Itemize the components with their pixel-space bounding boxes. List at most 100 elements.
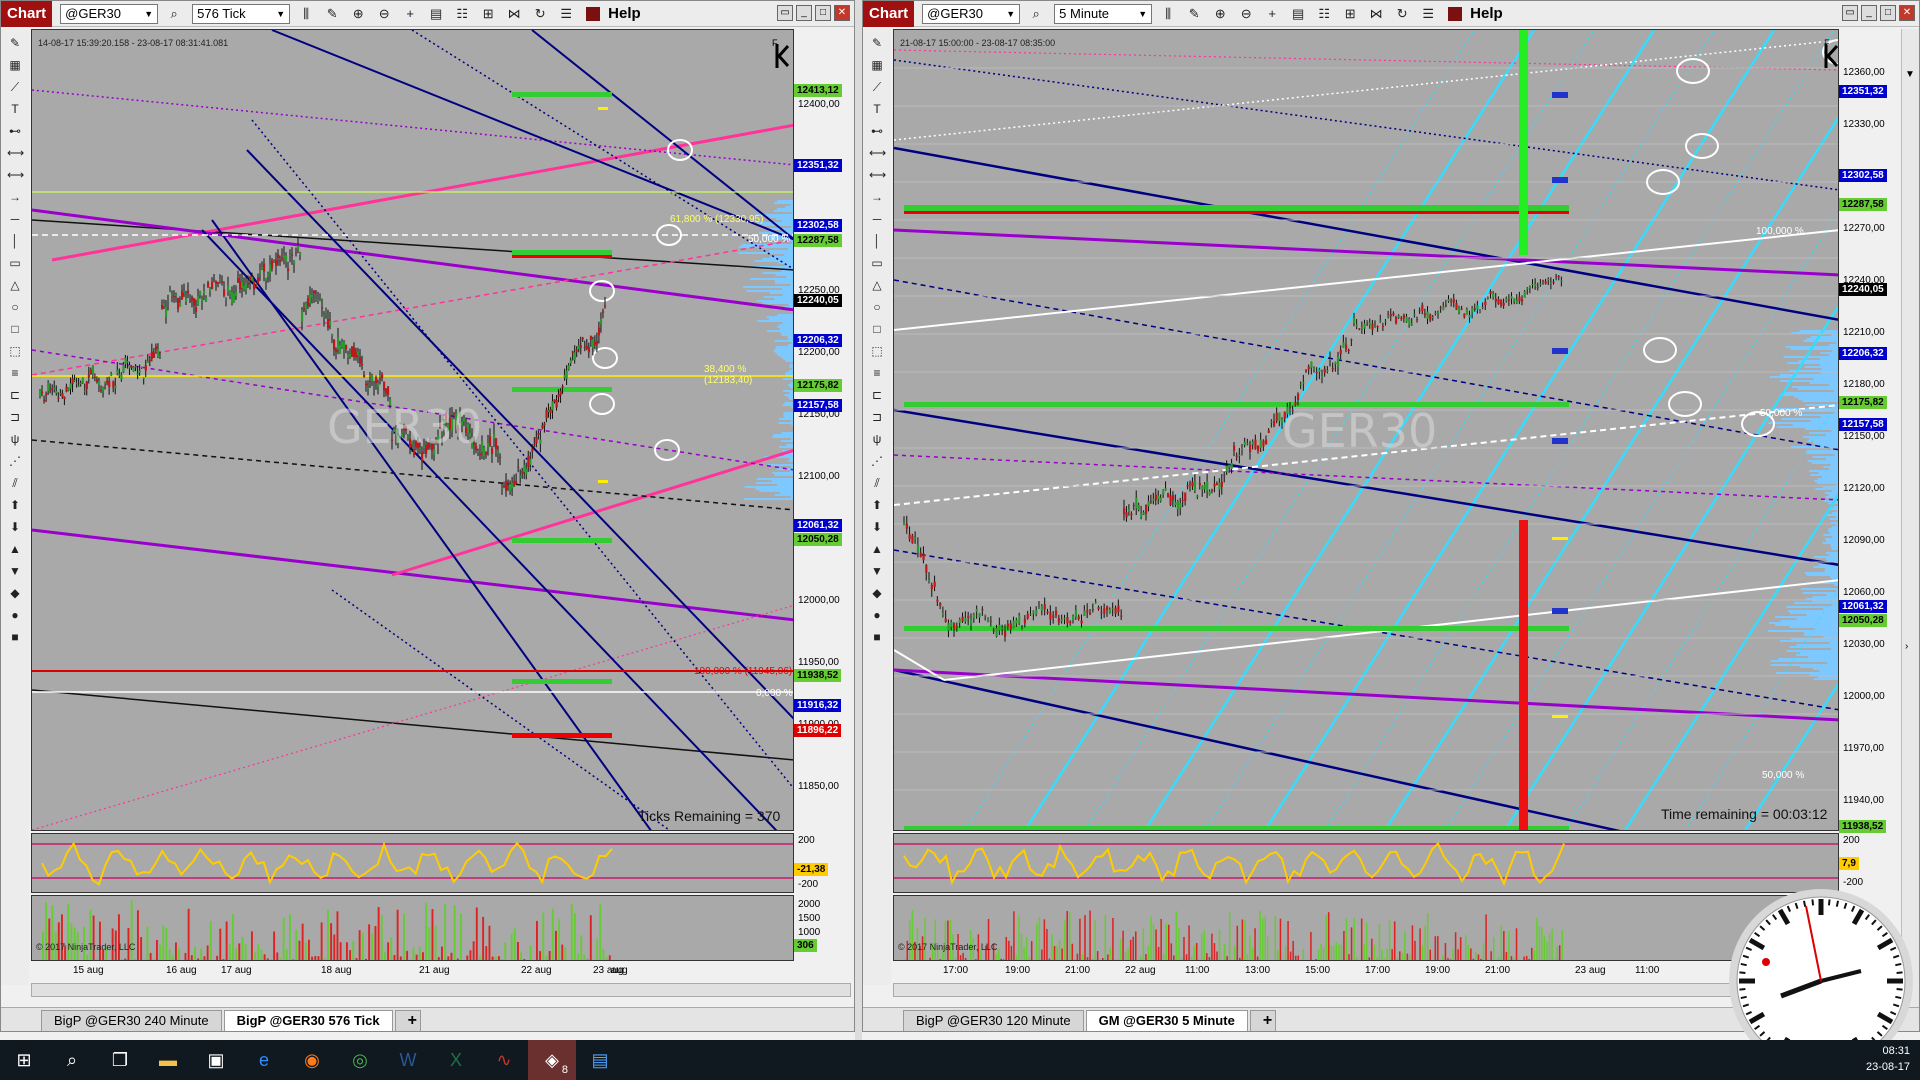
maximize-icon[interactable]: □ (815, 5, 831, 21)
text-tool-icon[interactable]: T (7, 101, 23, 117)
gann-fan-tool-icon[interactable]: ⋰ (869, 453, 885, 469)
text-tool-icon[interactable]: T (869, 101, 885, 117)
restore-icon[interactable]: ▭ (1842, 5, 1858, 21)
line-tool-icon[interactable]: ⟷ (7, 167, 24, 183)
strategies-icon[interactable]: ⋈ (504, 4, 524, 24)
horizontal-line-tool-icon[interactable]: ─ (7, 211, 23, 227)
instrument-select[interactable]: @GER30 ▼ (60, 3, 159, 24)
extended-line-tool-icon[interactable]: ⟷ (869, 145, 886, 161)
square-marker-tool-icon[interactable]: ■ (7, 629, 23, 645)
app-icon[interactable]: ▤ (576, 1040, 624, 1080)
tab-576-tick[interactable]: BigP @GER30 576 Tick (223, 1010, 393, 1031)
gann-fan-tool-icon[interactable]: ⋰ (7, 453, 23, 469)
properties-icon[interactable]: ☷ (452, 4, 472, 24)
fib-extension-tool-icon[interactable]: ⊐ (869, 409, 885, 425)
horizontal-scrollbar[interactable] (31, 983, 851, 997)
vertical-line-tool-icon[interactable]: │ (7, 233, 23, 249)
horizontal-line-tool-icon[interactable]: ─ (869, 211, 885, 227)
arrow-down-tool-icon[interactable]: ⬇ (869, 519, 885, 535)
start-icon[interactable]: ⊞ (0, 1040, 48, 1080)
volume-panel[interactable]: © 2017 NinjaTrader, LLC (893, 895, 1839, 961)
arrow-up-tool-icon[interactable]: ⬆ (869, 497, 885, 513)
right-scroll-strip[interactable]: ▼ › (1901, 29, 1919, 1029)
rectangle-tool-icon[interactable]: ▭ (869, 255, 885, 271)
pencil-tool-icon[interactable]: ✎ (869, 35, 885, 51)
volume-panel[interactable]: © 2017 NinjaTrader, LLC (31, 895, 794, 961)
zoom-in-icon[interactable]: ⊕ (1210, 4, 1230, 24)
instrument-select[interactable]: @GER30 ▼ (922, 3, 1021, 24)
chevron-right-icon[interactable]: › (1905, 641, 1908, 652)
tab-5-minute[interactable]: GM @GER30 5 Minute (1085, 1010, 1248, 1031)
app-icon[interactable]: ∿ (480, 1040, 528, 1080)
arrow-line-tool-icon[interactable]: → (7, 189, 23, 205)
strategies-icon[interactable]: ⋈ (1366, 4, 1386, 24)
system-tray[interactable]: 08:31 23-08-17 (1866, 1043, 1910, 1075)
square-tool-icon[interactable]: □ (869, 321, 885, 337)
minimize-icon[interactable]: _ (796, 5, 812, 21)
search-icon[interactable]: ⌕ (1026, 4, 1046, 24)
interval-select[interactable]: 576 Tick ▼ (192, 3, 291, 24)
chevron-down-icon[interactable]: ▼ (1905, 69, 1915, 80)
square-marker-tool-icon[interactable]: ■ (869, 629, 885, 645)
restore-icon[interactable]: ▭ (777, 5, 793, 21)
indicators-icon[interactable]: ⊞ (1340, 4, 1360, 24)
list-icon[interactable]: ☰ (556, 4, 576, 24)
oscillator-panel[interactable] (893, 833, 1839, 893)
edge-icon[interactable]: e (240, 1040, 288, 1080)
list-icon[interactable]: ☰ (1418, 4, 1438, 24)
arrow-down-tool-icon[interactable]: ⬇ (7, 519, 23, 535)
diamond-tool-icon[interactable]: ◆ (869, 585, 885, 601)
add-tab-button[interactable]: + (1249, 1010, 1276, 1031)
zoom-out-icon[interactable]: ⊖ (1236, 4, 1256, 24)
arrow-line-tool-icon[interactable]: → (869, 189, 885, 205)
word-icon[interactable]: W (384, 1040, 432, 1080)
pencil-icon[interactable]: ✎ (1184, 4, 1204, 24)
data-box-icon[interactable]: ▤ (426, 4, 446, 24)
add-tab-button[interactable]: + (394, 1010, 421, 1031)
zoom-in-icon[interactable]: ⊕ (348, 4, 368, 24)
line-tool-icon[interactable]: ⟷ (869, 167, 886, 183)
price-panel[interactable]: F 21-08-17 15:00:00 - 23-08-17 08:35:00 … (893, 29, 1839, 831)
rectangle-tool-icon[interactable]: ▭ (7, 255, 23, 271)
reload-icon[interactable]: ↻ (530, 4, 550, 24)
minimize-icon[interactable]: _ (1861, 5, 1877, 21)
search-icon[interactable]: ⌕ (48, 1040, 96, 1080)
regression-channel-tool-icon[interactable]: ⫽ (7, 475, 23, 491)
bar-style-icon[interactable]: ⫼ (1158, 4, 1178, 24)
chart-menu-button[interactable]: Chart (1, 0, 53, 27)
fib-time-tool-icon[interactable]: ⊏ (869, 387, 885, 403)
bar-style-icon[interactable]: ⫼ (296, 4, 316, 24)
help-button[interactable]: Help (586, 5, 641, 22)
close-icon[interactable]: ✕ (1899, 5, 1915, 21)
zoom-out-icon[interactable]: ⊖ (374, 4, 394, 24)
dot-tool-icon[interactable]: ● (869, 607, 885, 623)
fib-extension-tool-icon[interactable]: ⊐ (7, 409, 23, 425)
crosshair-icon[interactable]: + (1262, 4, 1282, 24)
tab-240-minute[interactable]: BigP @GER30 240 Minute (41, 1010, 222, 1031)
vertical-line-tool-icon[interactable]: │ (869, 233, 885, 249)
ruler-tool-icon[interactable]: ▦ (869, 57, 885, 73)
chart-menu-button[interactable]: Chart (863, 0, 915, 27)
dot-tool-icon[interactable]: ● (7, 607, 23, 623)
ray-tool-icon[interactable]: ⊷ (7, 123, 23, 139)
measure-tool-icon[interactable]: ⟋ (869, 79, 885, 95)
time-axis[interactable]: 17:00 19:00 21:00 22 aug 11:00 13:00 15:00 17:0… (893, 963, 1839, 981)
task-view-icon[interactable]: ❐ (96, 1040, 144, 1080)
diamond-tool-icon[interactable]: ◆ (7, 585, 23, 601)
excel-icon[interactable]: X (432, 1040, 480, 1080)
ruler-tool-icon[interactable]: ▦ (7, 57, 23, 73)
triangle-up-tool-icon[interactable]: ▲ (7, 541, 23, 557)
data-box-icon[interactable]: ▤ (1288, 4, 1308, 24)
triangle-up-tool-icon[interactable]: ▲ (869, 541, 885, 557)
properties-icon[interactable]: ☷ (1314, 4, 1334, 24)
app-icon[interactable]: ▣ (192, 1040, 240, 1080)
reload-icon[interactable]: ↻ (1392, 4, 1412, 24)
region-tool-icon[interactable]: ⬚ (869, 343, 885, 359)
price-axis[interactable]: 12400,0012350,0012300,0012250,0012200,00… (794, 29, 854, 831)
square-tool-icon[interactable]: □ (7, 321, 23, 337)
fib-time-tool-icon[interactable]: ⊏ (7, 387, 23, 403)
region-tool-icon[interactable]: ⬚ (7, 343, 23, 359)
arrow-up-tool-icon[interactable]: ⬆ (7, 497, 23, 513)
triangle-down-tool-icon[interactable]: ▼ (7, 563, 23, 579)
oscillator-panel[interactable] (31, 833, 794, 893)
